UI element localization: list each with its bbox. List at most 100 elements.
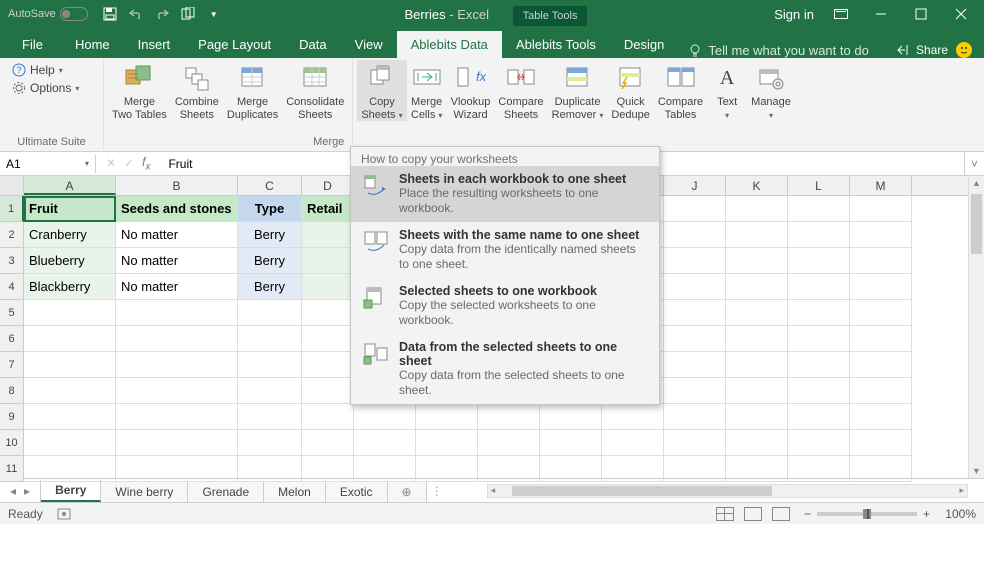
manage-button[interactable]: Manage▾ bbox=[747, 60, 795, 121]
col-header-J[interactable]: J bbox=[664, 176, 726, 195]
macro-record-icon[interactable] bbox=[57, 508, 71, 520]
col-header-M[interactable]: M bbox=[850, 176, 912, 195]
scroll-left-icon[interactable]: ◂ bbox=[488, 485, 499, 496]
horizontal-scrollbar[interactable]: ◂ ▸ bbox=[487, 484, 968, 498]
help-button[interactable]: ?Help▾ bbox=[10, 62, 81, 78]
dropdown-item-sheets-each-workbook[interactable]: Sheets in each workbook to one sheetPlac… bbox=[351, 166, 659, 222]
sheet-tab-wine-berry[interactable]: Wine berry bbox=[101, 482, 188, 502]
tab-data[interactable]: Data bbox=[285, 31, 340, 58]
row-header[interactable]: 5 bbox=[0, 300, 24, 326]
enter-formula-icon[interactable]: ✓ bbox=[124, 156, 134, 170]
row-header[interactable]: 2 bbox=[0, 222, 24, 248]
ribbon-display-options-icon[interactable] bbox=[828, 4, 854, 24]
cell[interactable] bbox=[302, 248, 354, 274]
cell[interactable]: Berry bbox=[238, 222, 302, 248]
cell[interactable]: Blackberry bbox=[24, 274, 116, 300]
consolidate-sheets-button[interactable]: Consolidate Sheets bbox=[282, 60, 348, 121]
redo-icon[interactable] bbox=[154, 6, 170, 22]
quick-dedupe-button[interactable]: Quick Dedupe bbox=[607, 60, 654, 121]
share-button[interactable]: Share bbox=[897, 43, 948, 57]
vlookup-wizard-button[interactable]: fxVlookup Wizard bbox=[447, 60, 495, 121]
scroll-right-icon[interactable]: ▸ bbox=[956, 485, 967, 496]
compare-sheets-button[interactable]: Compare Sheets bbox=[494, 60, 547, 121]
merge-duplicates-button[interactable]: Merge Duplicates bbox=[223, 60, 282, 121]
sheet-tab-berry[interactable]: Berry bbox=[41, 480, 101, 502]
name-box[interactable]: A1 ▾ bbox=[0, 155, 96, 173]
table-row[interactable] bbox=[24, 430, 984, 456]
autosave-toggle[interactable]: AutoSave bbox=[0, 7, 96, 21]
zoom-level[interactable]: 100% bbox=[936, 507, 976, 521]
tab-ablebits-data[interactable]: Ablebits Data bbox=[397, 31, 502, 58]
cell[interactable] bbox=[302, 222, 354, 248]
col-header-C[interactable]: C bbox=[238, 176, 302, 195]
table-row[interactable] bbox=[24, 404, 984, 430]
tab-view[interactable]: View bbox=[341, 31, 397, 58]
row-header[interactable]: 11 bbox=[0, 456, 24, 482]
scroll-up-icon[interactable]: ▲ bbox=[969, 178, 984, 188]
zoom-out-button[interactable]: − bbox=[804, 507, 811, 521]
fx-icon[interactable]: fx bbox=[142, 155, 150, 172]
cell[interactable]: Retail bbox=[302, 196, 354, 222]
cell[interactable]: No matter bbox=[116, 222, 238, 248]
combine-sheets-button[interactable]: Combine Sheets bbox=[171, 60, 223, 121]
row-header[interactable]: 8 bbox=[0, 378, 24, 404]
select-all-corner[interactable] bbox=[0, 176, 24, 195]
duplicate-remover-button[interactable]: Duplicate Remover ▾ bbox=[548, 60, 608, 121]
col-header-A[interactable]: A bbox=[24, 176, 116, 195]
dropdown-item-data-selected[interactable]: Data from the selected sheets to one she… bbox=[351, 334, 659, 404]
tab-home[interactable]: Home bbox=[61, 31, 124, 58]
row-header[interactable]: 6 bbox=[0, 326, 24, 352]
maximize-icon[interactable] bbox=[908, 4, 934, 24]
compare-tables-button[interactable]: Compare Tables bbox=[654, 60, 707, 121]
tab-file[interactable]: File bbox=[4, 31, 61, 58]
zoom-slider[interactable] bbox=[817, 512, 917, 516]
row-header[interactable]: 3 bbox=[0, 248, 24, 274]
options-button[interactable]: Options▾ bbox=[10, 80, 81, 96]
new-sheet-button[interactable]: ⊕ bbox=[388, 482, 427, 502]
row-header[interactable]: 9 bbox=[0, 404, 24, 430]
feedback-smiley-icon[interactable] bbox=[956, 42, 972, 58]
sheet-tab-melon[interactable]: Melon bbox=[264, 482, 326, 502]
cell[interactable]: Berry bbox=[238, 274, 302, 300]
cell[interactable]: No matter bbox=[116, 274, 238, 300]
page-break-view-button[interactable] bbox=[772, 507, 790, 521]
scroll-thumb[interactable] bbox=[512, 486, 772, 496]
sheet-tab-exotic[interactable]: Exotic bbox=[326, 482, 388, 502]
tab-ablebits-tools[interactable]: Ablebits Tools bbox=[502, 31, 610, 58]
col-header-D[interactable]: D bbox=[302, 176, 354, 195]
cell[interactable]: Berry bbox=[238, 248, 302, 274]
expand-formula-bar-icon[interactable]: ˅ bbox=[964, 152, 984, 175]
cell[interactable]: Cranberry bbox=[24, 222, 116, 248]
merge-two-tables-button[interactable]: Merge Two Tables bbox=[108, 60, 171, 121]
text-button[interactable]: AText▾ bbox=[707, 60, 747, 121]
vertical-scrollbar[interactable]: ▲ ▼ bbox=[968, 176, 984, 478]
col-header-K[interactable]: K bbox=[726, 176, 788, 195]
row-header[interactable]: 10 bbox=[0, 430, 24, 456]
minimize-icon[interactable] bbox=[868, 4, 894, 24]
cell[interactable] bbox=[302, 274, 354, 300]
col-header-B[interactable]: B bbox=[116, 176, 238, 195]
qat-customize-icon[interactable]: ▼ bbox=[206, 6, 222, 22]
tab-design[interactable]: Design bbox=[610, 31, 678, 58]
tab-page-layout[interactable]: Page Layout bbox=[184, 31, 285, 58]
sheet-nav-next-icon[interactable]: ▸ bbox=[24, 484, 30, 498]
row-header[interactable]: 1 bbox=[0, 196, 24, 222]
col-header-L[interactable]: L bbox=[788, 176, 850, 195]
tab-insert[interactable]: Insert bbox=[124, 31, 185, 58]
copy-sheets-button[interactable]: Copy Sheets ▾ bbox=[357, 60, 406, 121]
dropdown-item-same-name[interactable]: Sheets with the same name to one sheetCo… bbox=[351, 222, 659, 278]
row-headers[interactable]: 1 2 3 4 5 6 7 8 9 10 11 bbox=[0, 196, 24, 482]
row-header[interactable]: 7 bbox=[0, 352, 24, 378]
sheet-tab-grenade[interactable]: Grenade bbox=[188, 482, 264, 502]
cell[interactable]: Type bbox=[238, 196, 302, 222]
qat-extra-icon[interactable] bbox=[180, 6, 196, 22]
sheet-nav-prev-icon[interactable]: ◂ bbox=[10, 484, 16, 498]
cell[interactable]: No matter bbox=[116, 248, 238, 274]
merge-cells-button[interactable]: Merge Cells ▾ bbox=[407, 60, 447, 121]
cell[interactable]: Fruit bbox=[24, 196, 116, 222]
zoom-in-button[interactable]: + bbox=[923, 507, 930, 521]
dropdown-item-selected-workbook[interactable]: Selected sheets to one workbookCopy the … bbox=[351, 278, 659, 334]
sign-in-link[interactable]: Sign in bbox=[774, 7, 814, 22]
tell-me-search[interactable]: Tell me what you want to do bbox=[678, 43, 885, 58]
close-icon[interactable] bbox=[948, 4, 974, 24]
